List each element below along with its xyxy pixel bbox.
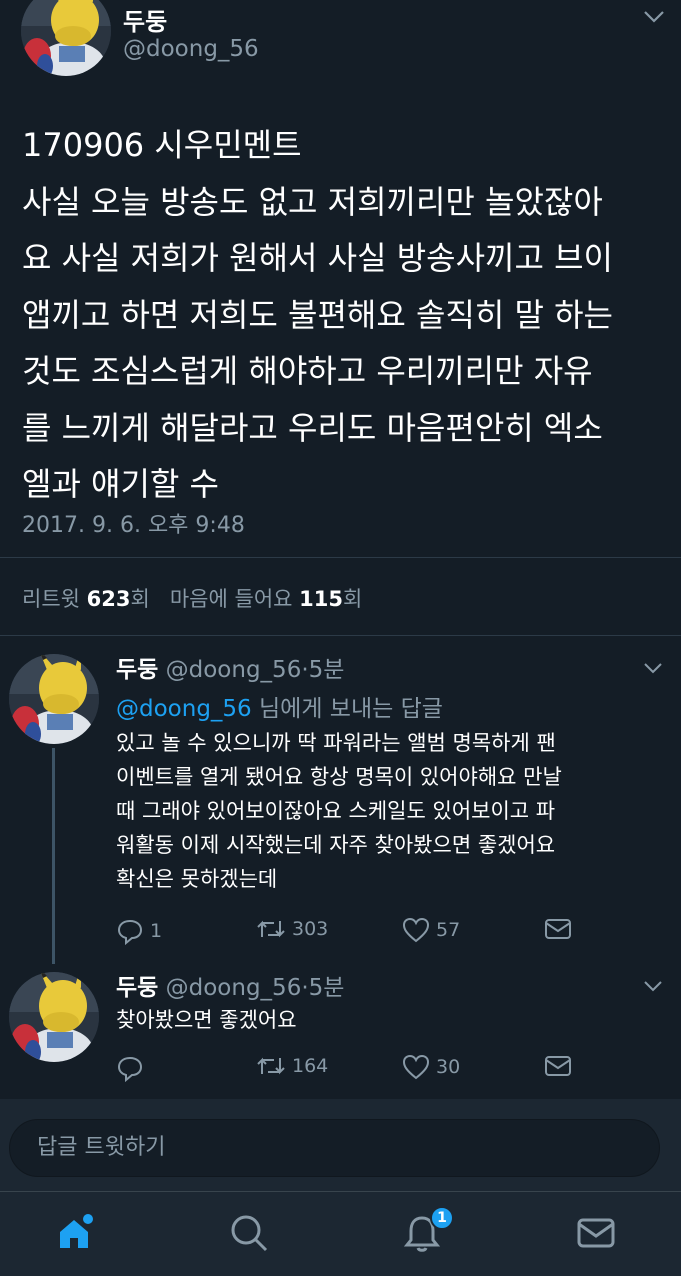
reply-tweet[interactable]: 두둥 @doong_56·5분 찾아봤으면 좋겠어요 164 30	[0, 956, 681, 1099]
tweet-text: 170906 시우민멘트 사실 오늘 방송도 없고 저희끼리만 놀았잖아 요 사…	[22, 126, 613, 503]
author-avatar[interactable]	[21, 0, 111, 76]
retweet-stat-label[interactable]: 리트윗	[22, 587, 80, 611]
author-handle[interactable]: @doong_56	[123, 36, 259, 62]
meta-dot: ·	[301, 657, 309, 683]
reply-header: 두둥 @doong_56·5분	[116, 968, 344, 1002]
like-action-count: 30	[436, 1056, 461, 1078]
envelope-icon	[545, 1056, 571, 1076]
retweet-action-count: 303	[292, 918, 329, 940]
reply-text: 찾아봤으면 좋겠어요	[116, 1008, 297, 1032]
retweet-action[interactable]: 303	[256, 917, 328, 941]
retweet-count[interactable]: 623	[87, 587, 131, 611]
tweet-timestamp: 2017. 9. 6. 오후 9:48	[22, 513, 245, 538]
author-name[interactable]: 두둥	[123, 2, 167, 37]
reply-author-handle[interactable]: @doong_56	[166, 975, 302, 1001]
reply-age: 5분	[308, 657, 345, 683]
like-action[interactable]: 57	[402, 917, 460, 943]
retweet-icon	[257, 1057, 285, 1075]
reply-action[interactable]	[116, 1054, 150, 1082]
reply-author-name[interactable]: 두둥	[116, 657, 158, 683]
chevron-down-icon[interactable]	[643, 980, 663, 992]
reply-action[interactable]: 1	[116, 917, 162, 945]
reply-tweet[interactable]: 두둥 @doong_56·5분 @doong_56 님에게 보내는 답글 있고 …	[0, 636, 681, 964]
dm-action[interactable]	[544, 917, 578, 941]
reply-avatar[interactable]	[9, 972, 99, 1062]
like-action[interactable]: 30	[402, 1054, 460, 1080]
envelope-icon	[545, 919, 571, 939]
divider	[0, 557, 681, 558]
heart-icon	[402, 917, 430, 943]
home-icon	[60, 1214, 93, 1248]
reply-to-mention[interactable]: @doong_56	[116, 696, 252, 722]
tab-search[interactable]	[226, 1210, 270, 1254]
reply-author-name[interactable]: 두둥	[116, 975, 158, 1001]
chevron-down-icon[interactable]	[643, 10, 665, 24]
dm-action[interactable]	[544, 1054, 578, 1078]
search-icon	[231, 1215, 268, 1252]
bottom-tab-bar: 1	[0, 1191, 681, 1276]
meta-dot: ·	[301, 975, 309, 1001]
reply-text: 있고 놀 수 있으니까 딱 파워라는 앨범 명목하게 팬 이벤트를 열게 됐어요…	[116, 731, 562, 891]
main-tweet: 두둥 @doong_56 170906 시우민멘트 사실 오늘 방송도 없고 저…	[0, 0, 681, 636]
heart-icon	[402, 1054, 430, 1080]
like-stat-label[interactable]: 마음에 들어요	[170, 587, 293, 611]
reply-author-handle[interactable]: @doong_56	[166, 657, 302, 683]
reply-compose-input[interactable]: 답글 트윗하기	[9, 1119, 660, 1177]
like-unit: 회	[343, 587, 363, 611]
reply-header: 두둥 @doong_56·5분	[116, 650, 344, 684]
like-action-count: 57	[436, 919, 461, 941]
tab-messages[interactable]	[574, 1210, 618, 1254]
retweet-action-count: 164	[292, 1055, 329, 1077]
reply-to-suffix: 님에게 보내는 답글	[251, 696, 443, 722]
tweet-actions: 164 30	[116, 1054, 596, 1084]
reply-age: 5분	[308, 975, 345, 1001]
tweet-actions: 1 303 57	[116, 917, 596, 947]
reply-count: 1	[150, 920, 163, 942]
reply-avatar[interactable]	[9, 654, 99, 744]
reply-icon	[117, 1056, 143, 1082]
replying-to: @doong_56 님에게 보내는 답글	[116, 689, 443, 723]
notification-badge: 1	[430, 1206, 454, 1230]
retweet-icon	[257, 920, 285, 938]
reply-icon	[117, 919, 143, 945]
chevron-down-icon[interactable]	[643, 662, 663, 674]
like-count[interactable]: 115	[299, 587, 343, 611]
retweet-action[interactable]: 164	[256, 1054, 328, 1078]
compose-bar: 답글 트윗하기	[0, 1099, 681, 1191]
messages-icon	[577, 1218, 615, 1248]
retweet-unit: 회	[130, 587, 150, 611]
tab-home[interactable]	[52, 1210, 96, 1254]
tweet-stats: 리트윗 623회 마음에 들어요 115회	[22, 583, 362, 613]
thread-line	[52, 748, 55, 964]
